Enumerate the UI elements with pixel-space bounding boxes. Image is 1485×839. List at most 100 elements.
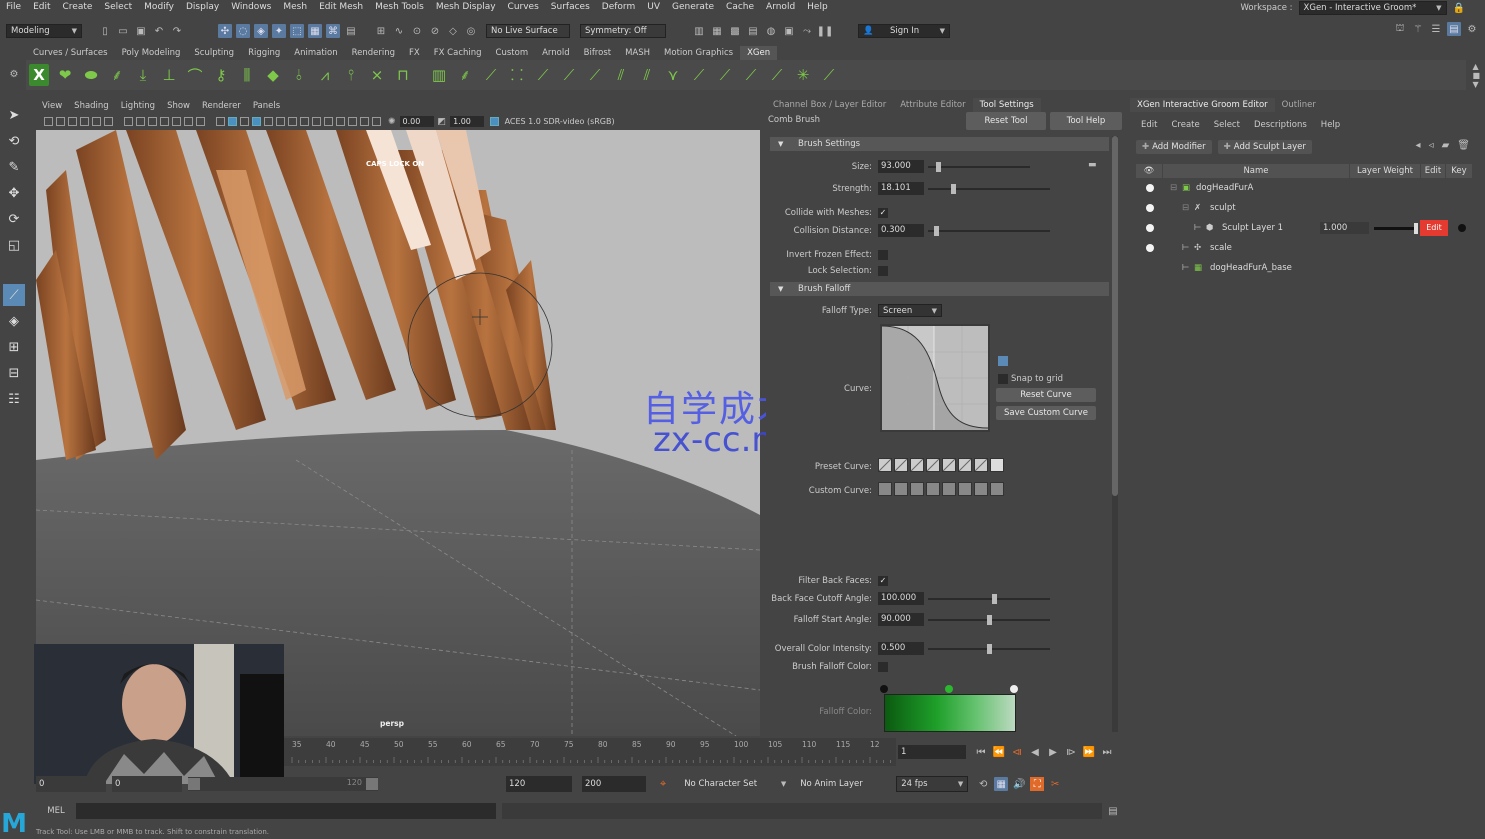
snap-grid-icon[interactable]: ⊞: [374, 24, 388, 38]
twist-brush-icon[interactable]: ⟋: [767, 64, 787, 86]
motion-blur-icon[interactable]: [311, 117, 321, 126]
custom-curve-8[interactable]: [990, 482, 1004, 496]
pause-icon[interactable]: ❚❚: [817, 24, 834, 38]
interactive-groom-icon[interactable]: ⊓: [393, 64, 413, 86]
collapse-icon[interactable]: ⊟: [1182, 199, 1189, 217]
menu-edit[interactable]: Edit: [27, 0, 56, 14]
tree-row-sculpt[interactable]: ⊟ ✗ sculpt: [1136, 199, 1472, 217]
collision-distance-slider[interactable]: [928, 226, 1050, 236]
collide-checkbox[interactable]: ✓: [878, 208, 888, 218]
channel-box-icon[interactable]: ▤: [1447, 22, 1461, 36]
falloff-color-ramp[interactable]: [884, 694, 1016, 732]
length-brush-icon[interactable]: ⟋: [533, 64, 553, 86]
shelf-tab-mash[interactable]: MASH: [618, 46, 657, 60]
use-all-lights-icon[interactable]: [275, 117, 285, 126]
tool-help-button[interactable]: Tool Help: [1050, 112, 1122, 130]
step-forward-icon[interactable]: ⏩: [1082, 745, 1096, 759]
cache-playback-icon[interactable]: ▦: [994, 777, 1009, 791]
auto-key-icon[interactable]: ⌖: [660, 777, 666, 791]
menu-surfaces[interactable]: Surfaces: [545, 0, 596, 14]
smooth-groom-icon[interactable]: ⨯: [367, 64, 387, 86]
snap-surface-icon[interactable]: ◇: [446, 24, 460, 38]
scene-start-field[interactable]: 0: [36, 776, 106, 792]
preset-curve-7[interactable]: [974, 458, 988, 472]
undo-icon[interactable]: ↶: [152, 24, 166, 38]
preset-curve-4[interactable]: [926, 458, 940, 472]
safe-action-icon[interactable]: [183, 117, 193, 126]
wireframe-on-shaded-icon[interactable]: [251, 117, 261, 126]
default-material-icon[interactable]: [239, 117, 249, 126]
invert-frozen-checkbox[interactable]: [878, 250, 888, 260]
size-slider[interactable]: [928, 162, 1030, 172]
snap-point-icon[interactable]: ⊙: [410, 24, 424, 38]
custom-curve-4[interactable]: [926, 482, 940, 496]
collision-slider-knob[interactable]: [933, 226, 939, 236]
snap-curve-icon[interactable]: ∿: [392, 24, 406, 38]
preset-curve-2[interactable]: [894, 458, 908, 472]
smooth-brush-icon[interactable]: ⫽: [611, 64, 631, 86]
collision-distance-field[interactable]: 0.300: [878, 224, 924, 237]
xray-joints-icon[interactable]: [359, 117, 369, 126]
color-management-icon[interactable]: [490, 117, 500, 126]
menu-mesh[interactable]: Mesh: [277, 0, 313, 14]
tab-attribute-editor[interactable]: Attribute Editor: [893, 98, 972, 112]
custom-curve-3[interactable]: [910, 482, 924, 496]
outliner-layout-icon[interactable]: ☷: [3, 388, 25, 410]
open-scene-icon[interactable]: ▭: [116, 24, 130, 38]
lock-selection-checkbox[interactable]: [878, 266, 888, 276]
select-edge-icon[interactable]: ⬚: [290, 24, 304, 38]
xray-icon[interactable]: [347, 117, 357, 126]
preset-curve-3[interactable]: [910, 458, 924, 472]
exposure-icon[interactable]: ✺: [388, 117, 396, 127]
loop-icon[interactable]: ⟲: [976, 777, 990, 791]
name-column-header[interactable]: Name: [1163, 164, 1349, 178]
menu-mesh-display[interactable]: Mesh Display: [430, 0, 502, 14]
script-editor-icon[interactable]: ▤: [1106, 804, 1120, 818]
step-back-icon[interactable]: ⏪: [992, 745, 1006, 759]
menu-file[interactable]: File: [0, 0, 27, 14]
overall-color-intensity-slider[interactable]: [928, 644, 1050, 654]
ambient-occlusion-icon[interactable]: [299, 117, 309, 126]
groom-menu-select[interactable]: Select: [1207, 120, 1247, 130]
snap-to-grid-checkbox[interactable]: [998, 374, 1008, 384]
tool-settings-scrollbar[interactable]: [1112, 136, 1118, 732]
custom-curve-1[interactable]: [878, 482, 892, 496]
new-folder-icon[interactable]: ▰: [1442, 140, 1450, 151]
menu-deform[interactable]: Deform: [596, 0, 641, 14]
scene-end-field[interactable]: 200: [582, 776, 646, 792]
select-tool-icon[interactable]: ➤: [3, 104, 25, 126]
ipr-render-icon[interactable]: ▩: [728, 24, 742, 38]
two-view-layout-icon[interactable]: ⊟: [3, 362, 25, 384]
shadows-icon[interactable]: [287, 117, 297, 126]
tree-row-sculpt-layer-1[interactable]: ⊢ ⬢ Sculpt Layer 1 1.000 Edit: [1136, 219, 1472, 237]
step-back-key-icon[interactable]: ⧏: [1010, 745, 1024, 759]
width-brush-icon[interactable]: ⟋: [585, 64, 605, 86]
xray-active-icon[interactable]: [371, 117, 381, 126]
render-sequence-icon[interactable]: ▦: [710, 24, 724, 38]
rotate-tool-icon[interactable]: ⟳: [3, 208, 25, 230]
menu-windows[interactable]: Windows: [225, 0, 277, 14]
add-guide-icon[interactable]: ⊥: [159, 64, 179, 86]
custom-curve-6[interactable]: [958, 482, 972, 496]
shelf-tab-bifrost[interactable]: Bifrost: [577, 46, 618, 60]
menu-edit-mesh[interactable]: Edit Mesh: [313, 0, 369, 14]
lock-selection-icon[interactable]: ▤: [344, 24, 358, 38]
save-custom-curve-button[interactable]: Save Custom Curve: [996, 406, 1096, 420]
play-forward-icon[interactable]: ▶: [1046, 745, 1060, 759]
render-settings-icon[interactable]: ▤: [746, 24, 760, 38]
current-frame-field[interactable]: 1: [898, 745, 966, 759]
arrow-left-icon[interactable]: ◂: [1416, 140, 1421, 151]
modeling-toolkit-icon[interactable]: ⛫: [1393, 22, 1407, 36]
length-guide-icon[interactable]: ⫼: [237, 64, 257, 86]
visibility-dot[interactable]: [1146, 224, 1154, 232]
filter-back-faces-checkbox[interactable]: ✓: [878, 576, 888, 586]
snap-view-icon[interactable]: ⊘: [428, 24, 442, 38]
image-plane-icon[interactable]: [79, 117, 89, 126]
sculpt-guides-icon[interactable]: ⤓: [133, 64, 153, 86]
visibility-dot[interactable]: [1146, 244, 1154, 252]
viewport-menu-shading[interactable]: Shading: [68, 100, 115, 113]
move-tool-icon[interactable]: ✥: [3, 182, 25, 204]
command-language-label[interactable]: MEL: [36, 806, 76, 816]
noise-brush-icon[interactable]: ⫽: [637, 64, 657, 86]
tool-settings-icon[interactable]: ☰: [1429, 22, 1443, 36]
